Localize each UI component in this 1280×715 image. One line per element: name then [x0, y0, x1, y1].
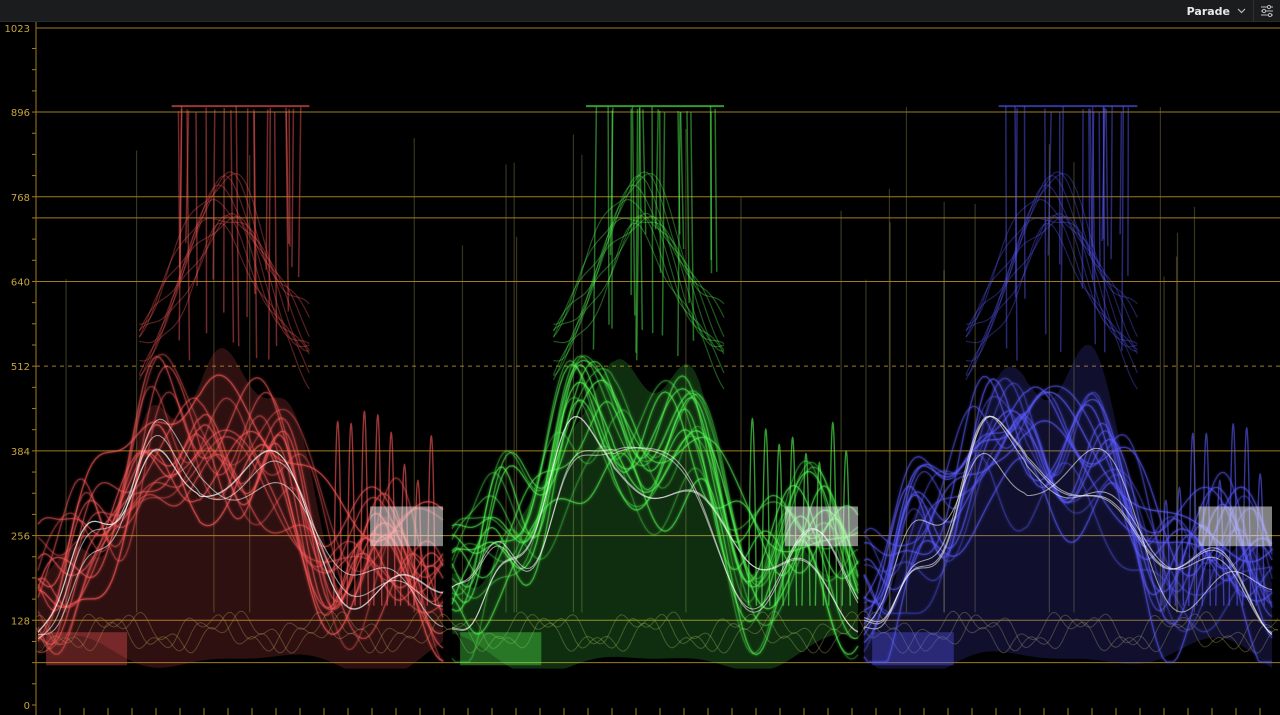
highlight-spike [607, 106, 610, 325]
axis-label-0: 0 [24, 701, 30, 712]
highlight-spike [1005, 106, 1008, 349]
highlight-spike [1119, 111, 1123, 235]
highlight-spike [1121, 106, 1125, 351]
highlight-spike [631, 106, 636, 316]
highlight-spike [1088, 108, 1091, 257]
scope-toolbar: Parade [0, 0, 1280, 22]
shadow-floor [46, 632, 128, 666]
tail-band [784, 506, 858, 547]
video-scope-window: Parade 1023 896 768 640 512 384 256 128 … [0, 0, 1280, 715]
chevron-down-icon [1236, 6, 1246, 16]
axis-label-640: 640 [11, 277, 30, 288]
axis-label-128: 128 [11, 616, 30, 627]
highlight-spike [230, 110, 235, 343]
shadow-floor [460, 632, 542, 666]
highlight-spike [297, 107, 302, 278]
highlight-spike [658, 110, 662, 273]
highlight-spike [1081, 108, 1084, 289]
highlight-spike [651, 106, 654, 334]
scope-mode-label: Parade [1186, 4, 1230, 18]
axis-label-896: 896 [11, 108, 30, 119]
axis-label-384: 384 [11, 447, 30, 458]
highlight-spike [291, 108, 295, 268]
highlight-spike [1059, 106, 1064, 353]
highlight-spike [265, 109, 269, 270]
shadow-floor [872, 632, 954, 666]
highlight-spike [654, 109, 659, 230]
tail-band [370, 506, 443, 547]
highlight-spike [679, 111, 685, 250]
highlight-spike [268, 107, 272, 360]
scope-settings-button[interactable] [1253, 0, 1280, 22]
highlight-spike [1105, 108, 1109, 247]
highlight-spike [1098, 112, 1101, 267]
highlight-spike [212, 109, 216, 280]
axis-label-512: 512 [11, 362, 30, 373]
parade-waveform-plot: 1023 896 768 640 512 384 256 128 0 [5, 22, 1280, 715]
highlight-spike [177, 111, 181, 269]
scope-mode-dropdown[interactable]: Parade [1187, 2, 1246, 20]
axis-label-1023: 1023 [5, 24, 30, 35]
green-channel-waveform [451, 105, 859, 669]
tail-band [1198, 506, 1272, 547]
highlight-spike [1110, 106, 1113, 260]
axis-label-768: 768 [11, 193, 30, 204]
highlight-spike [1044, 108, 1047, 335]
scope-axis-labels: 1023 896 768 640 512 384 256 128 0 [5, 24, 30, 712]
highlight-spike [195, 112, 198, 287]
highlight-spike [1091, 107, 1097, 345]
axis-label-256: 256 [11, 532, 30, 543]
blue-channel-waveform [863, 105, 1273, 669]
sliders-icon [1260, 2, 1274, 21]
parade-scope: 1023 896 768 640 512 384 256 128 0 [0, 22, 1280, 715]
highlight-spike [288, 109, 291, 247]
highlight-spike [714, 108, 718, 272]
red-channel-waveform [37, 105, 444, 669]
highlight-spike [246, 108, 249, 318]
highlight-spike [592, 106, 598, 350]
highlight-spike [235, 106, 240, 347]
